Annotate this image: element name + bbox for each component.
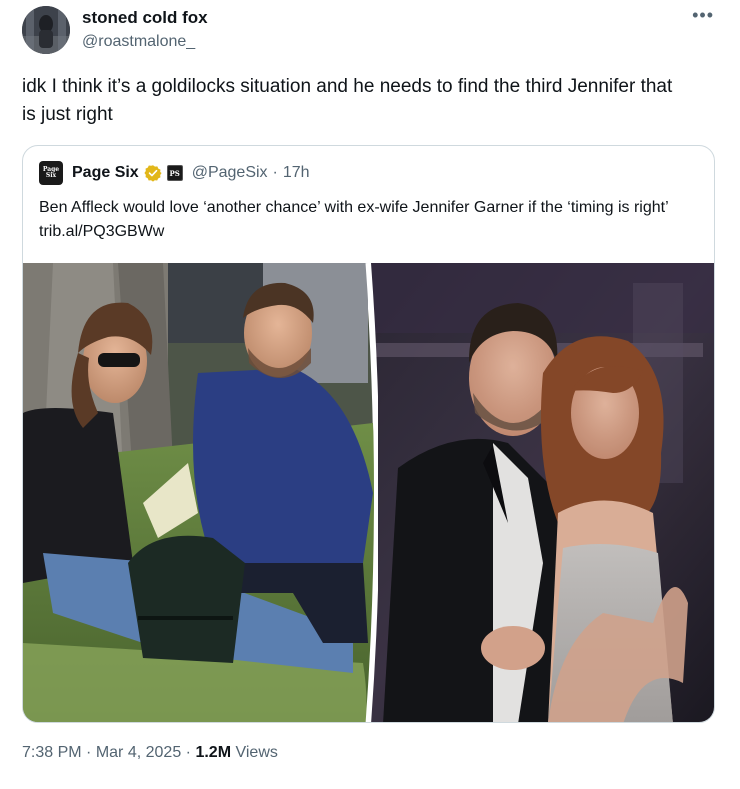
quoted-tweet-card[interactable]: Page Six Page Six PS @PageSix · 17h Ben … — [22, 145, 715, 723]
tweet-text: idk I think it’s a goldilocks situation … — [22, 76, 673, 125]
affiliate-badge-text: PS — [169, 168, 180, 178]
quoted-author-handle[interactable]: @PageSix — [192, 164, 268, 182]
quoted-tweet-header: Page Six Page Six PS @PageSix · 17h — [39, 161, 310, 185]
tweet-date[interactable]: Mar 4, 2025 — [96, 744, 181, 761]
author-handle[interactable]: @roastmalone_ — [82, 33, 195, 51]
avatar-icon — [22, 6, 70, 54]
quoted-author-name[interactable]: Page Six — [72, 164, 139, 182]
couple-in-park-photo[interactable] — [23, 263, 378, 722]
avatar[interactable] — [22, 6, 70, 54]
quoted-tweet-text: Ben Affleck would love ‘another chance’ … — [39, 199, 669, 240]
views-count: 1.2M — [195, 744, 232, 761]
author-display-name[interactable]: stoned cold fox — [82, 8, 208, 28]
tweet-time[interactable]: 7:38 PM — [22, 744, 82, 761]
quoted-tweet-time[interactable]: 17h — [283, 164, 310, 182]
page-six-logo-icon[interactable]: Page Six — [39, 161, 63, 185]
more-options-icon[interactable]: ••• — [692, 6, 714, 24]
views-label: Views — [235, 744, 278, 761]
meta-separator-2: · — [185, 744, 191, 761]
verified-gold-icon — [144, 165, 162, 182]
meta-separator-1: · — [86, 744, 92, 761]
header-separator: · — [272, 164, 278, 181]
quoted-tweet-media[interactable] — [23, 263, 714, 722]
tweet: stoned cold fox @roastmalone_ ••• idk I … — [0, 0, 740, 789]
logo-line2: Six — [45, 172, 57, 179]
affiliate-badge-icon: PS — [166, 165, 183, 181]
tweet-meta: 7:38 PM · Mar 4, 2025 · 1.2M Views — [22, 744, 278, 762]
couple-at-event-photo[interactable] — [343, 263, 714, 722]
